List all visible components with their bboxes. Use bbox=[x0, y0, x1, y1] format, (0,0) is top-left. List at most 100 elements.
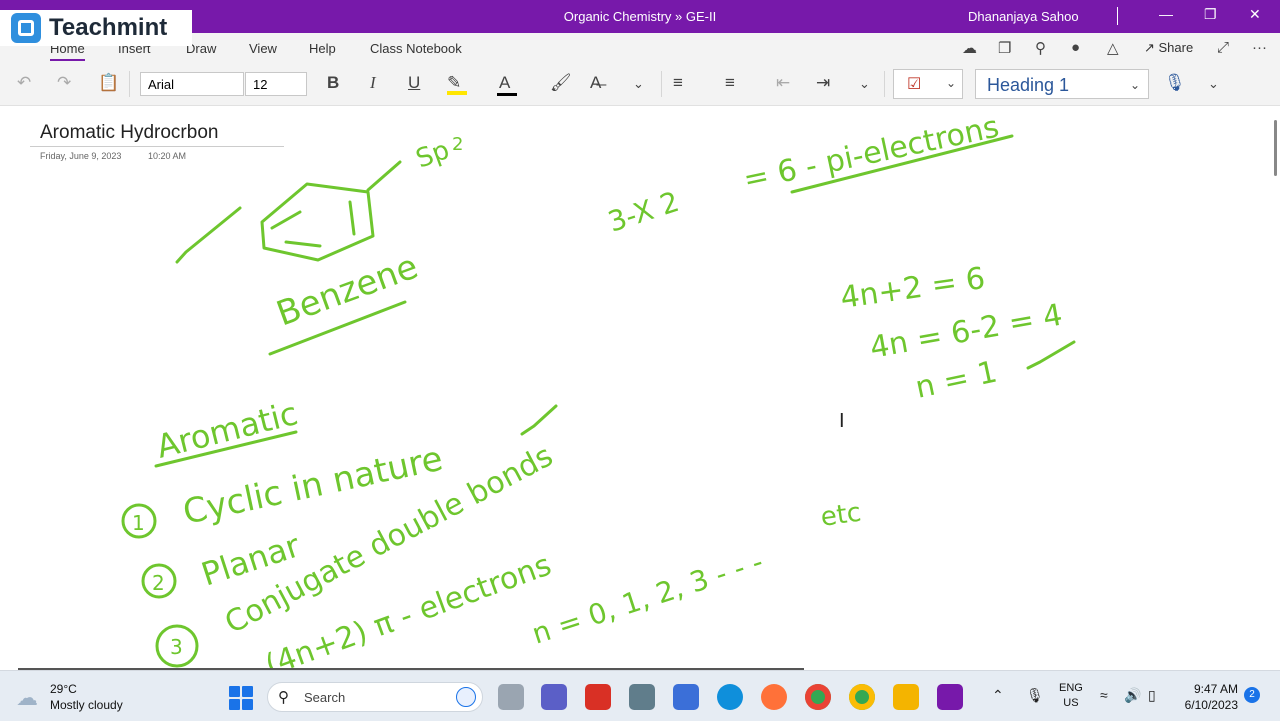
clipboard-icon[interactable]: 📋 bbox=[98, 73, 119, 93]
todo-tag-select[interactable]: ☑ ⌄ bbox=[893, 69, 963, 99]
sync-icon[interactable]: ☁ bbox=[962, 39, 977, 57]
huckel-rule-line-1: 4n+2 = 6 bbox=[838, 261, 987, 316]
lightbulb-icon[interactable]: ● bbox=[1071, 39, 1080, 56]
region-code: US bbox=[1063, 697, 1079, 709]
clear-formatting-icon[interactable]: A̶ bbox=[590, 73, 601, 93]
bell-icon[interactable]: △ bbox=[1107, 39, 1119, 57]
font-color-label: A bbox=[499, 73, 511, 92]
firefox-icon[interactable] bbox=[761, 684, 787, 710]
chevron-down-icon[interactable]: ⌄ bbox=[633, 76, 644, 92]
wifi-icon[interactable]: ≈ bbox=[1100, 687, 1108, 703]
calculator-icon[interactable] bbox=[629, 684, 655, 710]
menu-bar: Home Insert Draw View Help Class Noteboo… bbox=[0, 33, 1280, 63]
language-indicator[interactable]: ENG US bbox=[1059, 681, 1083, 711]
style-select[interactable]: Heading 1 ⌄ bbox=[975, 69, 1149, 99]
benzene-double-bond-stroke bbox=[270, 200, 356, 248]
minimize-icon[interactable]: — bbox=[1159, 6, 1173, 22]
more-options-icon[interactable]: ··· bbox=[1252, 39, 1267, 56]
chevron-up-icon[interactable]: ⌃ bbox=[992, 687, 1004, 704]
microphone-icon[interactable]: 🎙 bbox=[1026, 687, 1044, 704]
system-clock[interactable]: 9:47 AM 6/10/2023 bbox=[1178, 681, 1238, 713]
notification-badge[interactable]: 2 bbox=[1244, 687, 1260, 703]
file-explorer-icon[interactable] bbox=[893, 684, 919, 710]
handwriting-canvas: Sp 2 Benzene 3-X 2 = 6 - pi-electrons 4n… bbox=[121, 110, 1076, 670]
point-1-number: 1 bbox=[132, 511, 145, 535]
chevron-down-icon[interactable]: ⌄ bbox=[1208, 76, 1219, 92]
user-name[interactable]: Dhananjaya Sahoo bbox=[968, 9, 1079, 24]
underline-button[interactable]: U bbox=[408, 73, 420, 93]
teams-chat-icon[interactable] bbox=[541, 684, 567, 710]
chevron-down-icon[interactable]: ⌄ bbox=[859, 76, 870, 92]
benzene-label: Benzene bbox=[271, 247, 423, 335]
italic-button[interactable]: I bbox=[370, 73, 376, 93]
clock-date: 6/10/2023 bbox=[1184, 698, 1238, 712]
toolbar-separator bbox=[661, 71, 662, 97]
font-color-button[interactable]: A bbox=[497, 73, 517, 96]
pages-icon[interactable]: ❐ bbox=[998, 39, 1011, 57]
weather-temperature[interactable]: 29°C bbox=[50, 682, 77, 696]
chevron-down-icon: ⌄ bbox=[946, 76, 957, 90]
benzene-ring-stroke bbox=[260, 182, 375, 262]
bold-button[interactable]: B bbox=[327, 73, 339, 93]
chrome-profile-icon[interactable] bbox=[849, 684, 875, 710]
pi-electron-count-label: = 6 - pi-electrons bbox=[740, 110, 1002, 198]
search-icon[interactable]: ⚲ bbox=[1035, 39, 1046, 57]
vertical-scrollbar[interactable] bbox=[1274, 120, 1277, 176]
formatting-toolbar: ↶ ↷ 📋 Arial 12 B I U ✎ A 🖌 A̶ ⌄ ≡ ≡ ⇤ ⇥ … bbox=[0, 63, 1280, 106]
highlight-icon[interactable]: ✎ bbox=[447, 73, 467, 95]
huckel-rule-line-3: n = 1 bbox=[912, 354, 1000, 405]
sp2-superscript: 2 bbox=[452, 134, 463, 155]
chevron-down-icon: ⌄ bbox=[1129, 78, 1140, 92]
font-size-select[interactable]: 12 bbox=[245, 72, 307, 96]
decrease-indent-icon[interactable]: ⇤ bbox=[776, 73, 790, 93]
taskbar-search-label: Search bbox=[304, 690, 346, 705]
calculation-label: 3-X 2 bbox=[604, 185, 683, 239]
acrobat-icon[interactable] bbox=[585, 684, 611, 710]
sp2-arrow-stroke bbox=[366, 160, 402, 192]
share-button[interactable]: ↗ Share bbox=[1144, 40, 1193, 56]
redo-icon[interactable]: ↷ bbox=[57, 73, 71, 93]
store-icon[interactable] bbox=[673, 684, 699, 710]
taskbar-search[interactable]: ⚲ Search bbox=[267, 682, 483, 712]
toolbar-separator bbox=[884, 71, 885, 97]
battery-icon[interactable]: ▯ bbox=[1148, 687, 1156, 704]
teachmint-logo-icon bbox=[11, 13, 41, 43]
onenote-icon[interactable] bbox=[937, 684, 963, 710]
cloud-icon[interactable]: ☁ bbox=[16, 685, 38, 711]
share-label: Share bbox=[1158, 40, 1194, 55]
point-3-n-values: n = 0, 1, 2, 3 - - - bbox=[528, 545, 767, 651]
etc-label: etc bbox=[819, 498, 863, 533]
check-mark-stroke bbox=[175, 206, 242, 264]
fullscreen-icon[interactable]: ⤢ bbox=[1217, 39, 1229, 56]
font-family-select[interactable]: Arial bbox=[140, 72, 244, 96]
chrome-icon[interactable] bbox=[805, 684, 831, 710]
search-icon: ⚲ bbox=[278, 689, 289, 706]
teachmint-logo: Teachmint bbox=[0, 10, 192, 46]
edge-icon[interactable] bbox=[717, 684, 743, 710]
dictate-icon[interactable]: 🎙 bbox=[1164, 73, 1186, 93]
increase-indent-icon[interactable]: ⇥ bbox=[816, 73, 830, 93]
style-select-value: Heading 1 bbox=[987, 75, 1070, 95]
check-mark-stroke bbox=[1026, 340, 1076, 370]
note-page[interactable]: Aromatic Hydrocrbon Friday, June 9, 2023… bbox=[0, 106, 1280, 670]
numbered-list-icon[interactable]: ≡ bbox=[725, 73, 735, 93]
bullet-list-icon[interactable]: ≡ bbox=[673, 73, 683, 93]
checkbox-tag-icon: ☑ bbox=[907, 76, 922, 93]
check-mark-stroke bbox=[520, 404, 558, 436]
window-title: Organic Chemistry » GE-II bbox=[563, 9, 717, 24]
windows-start-icon[interactable] bbox=[229, 686, 253, 710]
restore-icon[interactable]: ❐ bbox=[1204, 6, 1217, 23]
tab-help[interactable]: Help bbox=[309, 41, 336, 56]
tab-class-notebook[interactable]: Class Notebook bbox=[370, 41, 462, 56]
title-bar: Organic Chemistry » GE-II Dhananjaya Sah… bbox=[0, 0, 1280, 33]
clock-time: 9:47 AM bbox=[1193, 682, 1238, 696]
close-icon[interactable]: ✕ bbox=[1249, 6, 1261, 23]
format-painter-icon[interactable]: 🖌 bbox=[550, 73, 572, 93]
tab-view[interactable]: View bbox=[249, 41, 277, 56]
task-view-icon[interactable] bbox=[498, 684, 524, 710]
title-separator bbox=[1117, 7, 1118, 25]
volume-icon[interactable]: 🔊 bbox=[1124, 687, 1141, 704]
undo-icon[interactable]: ↶ bbox=[17, 73, 31, 93]
weather-description[interactable]: Mostly cloudy bbox=[50, 698, 123, 712]
teachmint-logo-text: Teachmint bbox=[49, 14, 168, 41]
